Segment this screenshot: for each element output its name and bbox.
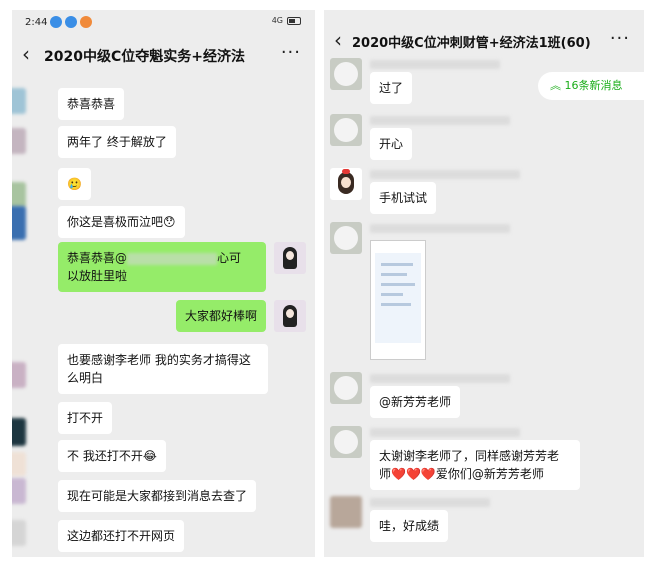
thumbnail-line [381, 283, 415, 286]
flower-avatar-icon [334, 376, 358, 400]
avatar-face [341, 177, 351, 188]
message-text: 师❤️❤️❤️爱你们@新芳芳老师 [379, 467, 544, 481]
message-text: 也要感谢李老师 我的实务才搞得这 [67, 353, 251, 367]
app-notification-icon [50, 16, 62, 28]
message-bubble[interactable]: 哇，好成绩 [370, 510, 449, 542]
avatar[interactable] [12, 88, 26, 114]
flower-avatar-icon [334, 62, 358, 86]
avatar[interactable] [12, 182, 26, 208]
message-text: 太谢谢李老师了，同样感谢芳芳老 [379, 449, 560, 463]
message-bubble[interactable]: 你这是喜极而泣吧😯 [58, 206, 185, 238]
flower-avatar-icon [334, 226, 358, 250]
new-messages-label: 16条新消息 [564, 79, 623, 92]
double-chevron-up-icon: ︽ [550, 79, 561, 92]
status-right: 4G [272, 16, 301, 25]
screenshot-collage: 2:44 4G ‹ 2020中级C位夺魁实务+经济法 ··· 恭喜恭喜 两年了 … [0, 0, 654, 567]
message-bubble[interactable]: 两年了 终于解放了 [58, 126, 176, 158]
avatar-face [286, 251, 294, 260]
avatar[interactable] [330, 426, 362, 458]
flower-avatar-icon [334, 118, 358, 142]
screenshot-thumbnail [375, 253, 421, 343]
sender-name [370, 374, 510, 383]
avatar-face [286, 309, 294, 318]
sender-name [370, 224, 510, 233]
status-time: 2:44 [25, 17, 48, 28]
status-bar: 2:44 4G [12, 10, 315, 38]
thumbnail-line [381, 273, 407, 276]
self-avatar[interactable] [274, 300, 306, 332]
avatar[interactable] [12, 206, 26, 240]
message-bubble[interactable]: 也要感谢李老师 我的实务才搞得这 么明白 [58, 344, 268, 394]
avatar[interactable] [12, 452, 26, 476]
chat-title: 2020中级C位夺魁实务+经济法 [44, 49, 245, 65]
chevron-left-icon[interactable]: ‹ [22, 42, 30, 66]
avatar[interactable] [330, 496, 362, 528]
image-message[interactable] [370, 240, 426, 360]
sender-name [370, 60, 500, 69]
new-messages-button[interactable]: ︽ 16条新消息 [538, 72, 644, 100]
message-bubble[interactable]: 这边都还打不开网页 [58, 520, 185, 552]
sender-name [370, 428, 520, 437]
avatar[interactable] [330, 58, 362, 90]
avatar[interactable] [330, 114, 362, 146]
avatar[interactable] [12, 418, 26, 446]
message-bubble[interactable]: 过了 [370, 72, 413, 104]
redacted-mention [127, 252, 218, 265]
avatar[interactable] [12, 520, 26, 546]
message-bubble[interactable]: 手机试试 [370, 182, 437, 214]
message-bubble-self[interactable]: 大家都好棒啊 [176, 300, 267, 332]
app-notification-icon [65, 16, 77, 28]
message-bubble[interactable]: 不 我还打不开😂 [58, 440, 166, 472]
avatar-bow [342, 169, 350, 174]
message-text: 恭喜恭喜@ [67, 251, 128, 265]
message-text: 心可 [217, 251, 242, 265]
sender-name [370, 170, 520, 179]
thumbnail-line [381, 263, 413, 266]
message-bubble[interactable]: @新芳芳老师 [370, 386, 461, 418]
sender-name [370, 116, 510, 125]
avatar[interactable] [330, 222, 362, 254]
chevron-left-icon[interactable]: ‹ [334, 28, 342, 52]
sender-name [370, 498, 490, 507]
chat-window-left: 2:44 4G ‹ 2020中级C位夺魁实务+经济法 ··· 恭喜恭喜 两年了 … [12, 10, 315, 557]
message-bubble[interactable]: 🥲 [58, 168, 91, 200]
self-avatar[interactable] [274, 242, 306, 274]
notification-icons [50, 16, 92, 28]
flower-avatar-icon [334, 430, 358, 454]
message-bubble[interactable]: 恭喜恭喜 [58, 88, 125, 120]
thumbnail-line [381, 293, 403, 296]
avatar[interactable] [330, 168, 362, 200]
battery-icon [287, 16, 301, 25]
app-notification-icon [80, 16, 92, 28]
message-bubble[interactable]: 太谢谢李老师了，同样感谢芳芳老 师❤️❤️❤️爱你们@新芳芳老师 [370, 440, 580, 490]
signal-icon: 4G [271, 16, 283, 25]
more-icon[interactable]: ··· [281, 42, 301, 63]
chat-header: ‹ 2020中级C位冲刺财管+经济法1班(60) ··· [324, 24, 644, 60]
message-bubble[interactable]: 开心 [370, 128, 413, 160]
avatar[interactable] [12, 128, 26, 154]
message-bubble-self[interactable]: 恭喜恭喜@ 心可以放肚里啦 [58, 242, 266, 292]
thumbnail-line [381, 303, 411, 306]
message-text: 么明白 [67, 371, 104, 385]
chat-window-right: ‹ 2020中级C位冲刺财管+经济法1班(60) ··· ︽ 16条新消息 过了… [324, 10, 644, 557]
message-bubble[interactable]: 打不开 [58, 402, 113, 434]
message-text: 以放肚里啦 [67, 269, 128, 283]
more-icon[interactable]: ··· [610, 28, 630, 49]
chat-title: 2020中级C位冲刺财管+经济法1班(60) [352, 36, 591, 51]
avatar[interactable] [330, 372, 362, 404]
message-bubble[interactable]: 现在可能是大家都接到消息去查了 [58, 480, 257, 512]
avatar[interactable] [12, 478, 26, 504]
chat-header: ‹ 2020中级C位夺魁实务+经济法 ··· [12, 38, 315, 74]
avatar[interactable] [12, 362, 26, 388]
